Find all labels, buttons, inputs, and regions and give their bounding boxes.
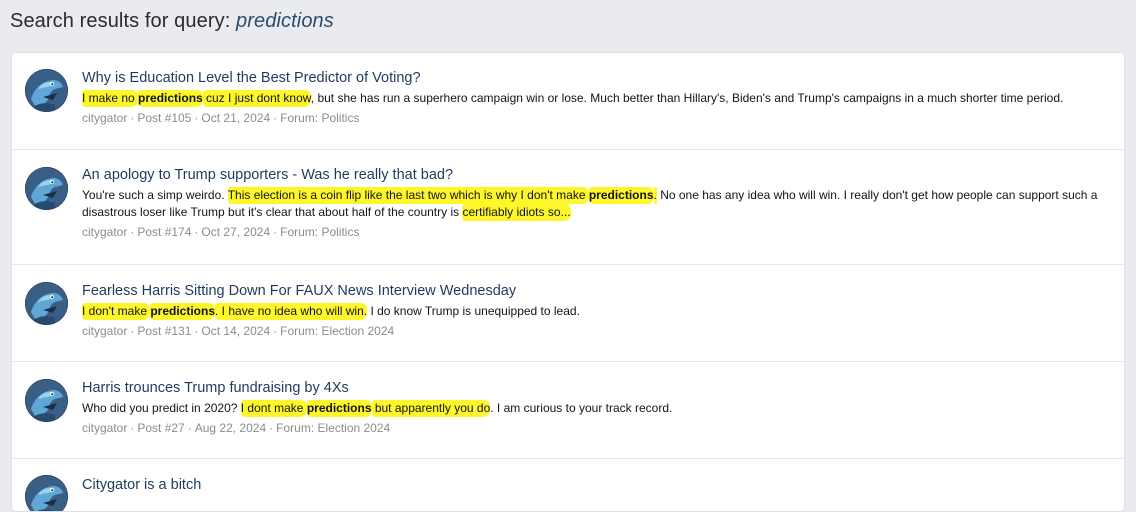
search-result: Why is Education Level the Best Predicto… [12,53,1124,150]
post-date[interactable]: Aug 22, 2024 [195,421,266,435]
avatar[interactable] [25,69,68,112]
author-link[interactable]: citygator [82,225,127,239]
author-link[interactable]: citygator [82,324,127,338]
result-meta: citygator·Post #131·Oct 14, 2024·Forum: … [82,324,1114,339]
forum-link[interactable]: Forum: Politics [280,225,359,239]
author-link[interactable]: citygator [82,421,127,435]
result-meta: citygator·Post #174·Oct 27, 2024·Forum: … [82,225,1114,240]
gator-avatar-icon [25,282,68,325]
post-date[interactable]: Oct 14, 2024 [201,324,270,338]
snippet-text: You're such a simp weirdo. [82,188,228,202]
result-snippet: Who did you predict in 2020? I dont make… [82,400,1114,417]
search-term-match: predictions [138,90,203,107]
post-date[interactable]: Oct 27, 2024 [201,225,270,239]
post-link[interactable]: Post #131 [137,324,191,338]
result-meta: citygator·Post #27·Aug 22, 2024·Forum: E… [82,421,1114,436]
result-title-link[interactable]: Harris trounces Trump fundraising by 4Xs [82,379,1114,397]
avatar[interactable] [25,379,68,422]
highlighted-text: but apparently you do [372,400,491,417]
highlighted-text: I don't make [82,303,150,320]
page-title-prefix: Search results for query: [10,10,230,32]
result-snippet: I don't make predictions. I have no idea… [82,303,1114,320]
author-link[interactable]: citygator [82,111,127,125]
search-term-match: predictions [307,400,372,417]
search-term-match: predictions [150,303,215,320]
forum-link[interactable]: Forum: Election 2024 [276,421,390,435]
forum-link[interactable]: Forum: Politics [280,111,359,125]
post-date[interactable]: Oct 21, 2024 [201,111,270,125]
search-term-match: predictions [589,187,654,204]
avatar[interactable] [25,167,68,210]
gator-avatar-icon [25,475,68,512]
result-title-link[interactable]: An apology to Trump supporters - Was he … [82,166,1114,184]
highlighted-text: . I have no idea who will win. [215,303,367,320]
page-title: Search results for query: predictions [10,10,334,33]
highlighted-text: cuz I just dont know [203,90,311,107]
post-link[interactable]: Post #105 [137,111,191,125]
snippet-text: , but she has run a superhero campaign w… [311,91,1064,105]
highlighted-text: certifiably idiots so... [462,204,570,221]
highlighted-text: This election is a coin flip like the la… [228,187,589,204]
result-snippet: I make no predictions cuz I just dont kn… [82,90,1114,107]
result-snippet: You're such a simp weirdo. This election… [82,187,1114,221]
snippet-text: I do know Trump is unequipped to lead. [367,304,580,318]
highlighted-text: I make no [82,90,138,107]
highlighted-text: I dont make [241,400,307,417]
search-result: Harris trounces Trump fundraising by 4Xs… [12,362,1124,459]
avatar[interactable] [25,475,68,512]
forum-link[interactable]: Forum: Election 2024 [280,324,394,338]
snippet-text: . I am curious to your track record. [490,401,672,415]
avatar[interactable] [25,282,68,325]
post-link[interactable]: Post #174 [137,225,191,239]
search-result: Citygator is a bitch [12,459,1124,512]
gator-avatar-icon [25,379,68,422]
result-title-link[interactable]: Fearless Harris Sitting Down For FAUX Ne… [82,282,1114,300]
gator-avatar-icon [25,167,68,210]
post-link[interactable]: Post #27 [137,421,184,435]
search-results-list: Why is Education Level the Best Predicto… [11,52,1125,512]
search-query: predictions [236,10,334,32]
result-meta: citygator·Post #105·Oct 21, 2024·Forum: … [82,111,1114,126]
gator-avatar-icon [25,69,68,112]
result-title-link[interactable]: Why is Education Level the Best Predicto… [82,69,1114,87]
search-result: Fearless Harris Sitting Down For FAUX Ne… [12,265,1124,362]
result-title-link[interactable]: Citygator is a bitch [82,476,1114,494]
snippet-text: Who did you predict in 2020? [82,401,241,415]
search-result: An apology to Trump supporters - Was he … [12,150,1124,265]
